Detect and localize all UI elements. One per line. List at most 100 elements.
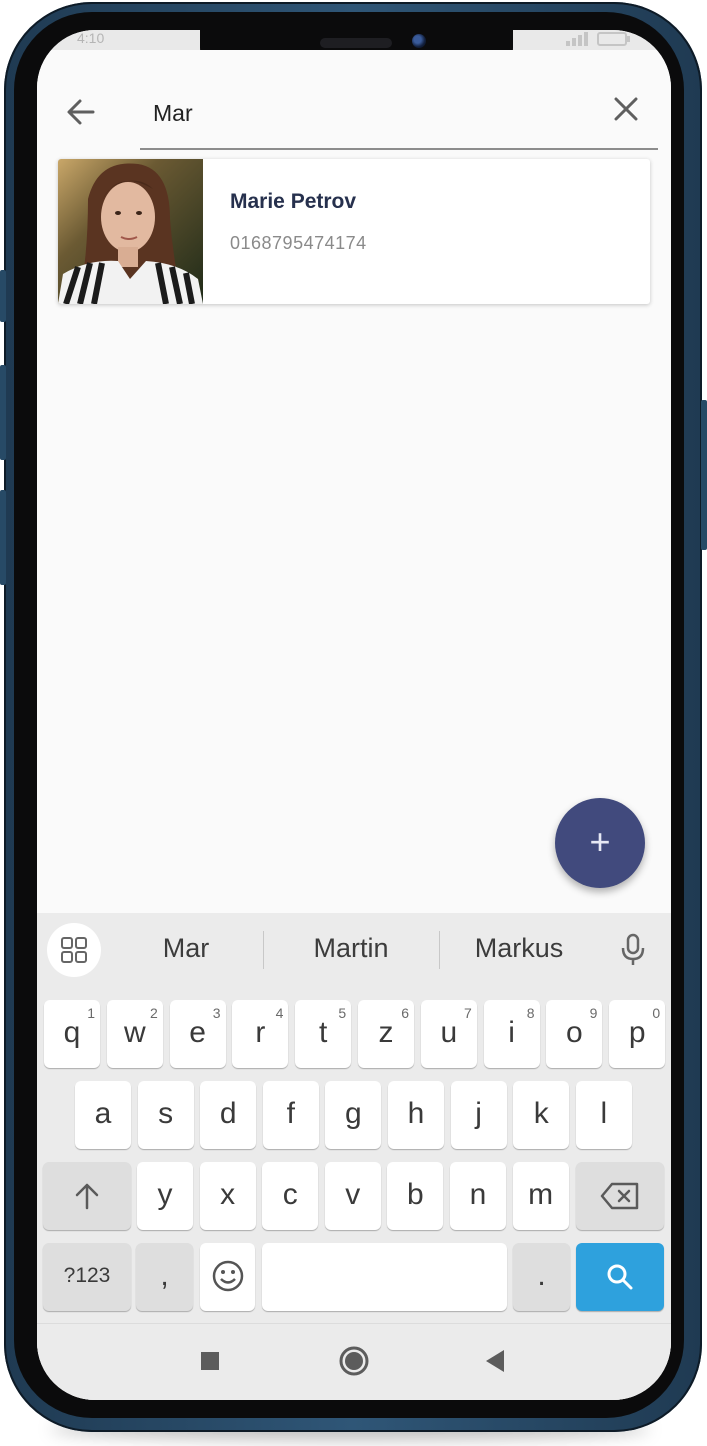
speaker-grille	[320, 38, 392, 48]
key-label: b	[407, 1178, 424, 1211]
key-c[interactable]: c	[262, 1162, 319, 1230]
key-k[interactable]: k	[513, 1081, 570, 1149]
search-input[interactable]	[140, 88, 606, 138]
key-label: u	[440, 1016, 458, 1049]
key-label: v	[345, 1178, 361, 1211]
voice-input-button[interactable]	[619, 933, 647, 967]
key-d[interactable]: d	[200, 1081, 257, 1149]
status-icons	[565, 32, 631, 49]
grid-icon	[61, 937, 87, 963]
key-x[interactable]: x	[199, 1162, 256, 1230]
key-hint: 4	[275, 1005, 284, 1021]
suggestion-2[interactable]: Martin	[266, 933, 436, 964]
key-hint: 2	[150, 1005, 158, 1021]
key-u[interactable]: u7	[420, 1000, 477, 1068]
battery-icon	[597, 32, 630, 46]
contact-phone: 0168795474174	[230, 233, 367, 253]
key-hint: 1	[87, 1005, 95, 1021]
backspace-icon	[600, 1182, 639, 1210]
key-label: j	[475, 1097, 482, 1130]
key-a[interactable]: a	[75, 1081, 131, 1149]
emoji-icon	[212, 1260, 243, 1292]
key-p[interactable]: p0	[609, 1000, 666, 1068]
square-icon	[201, 1352, 219, 1370]
side-button	[0, 490, 6, 585]
status-time: 4:10	[77, 30, 105, 46]
comma-key[interactable]: ,	[136, 1243, 193, 1311]
key-o[interactable]: o9	[546, 1000, 603, 1068]
key-label: w	[123, 1016, 146, 1049]
contact-card[interactable]: Marie Petrov 0168795474174	[58, 159, 650, 304]
key-label: e	[189, 1016, 206, 1049]
home-button[interactable]	[337, 1344, 371, 1378]
key-i[interactable]: i8	[483, 1000, 540, 1068]
side-button	[0, 365, 6, 460]
back-nav-button[interactable]	[478, 1344, 512, 1378]
key-e[interactable]: e3	[169, 1000, 226, 1068]
key-label: a	[94, 1097, 112, 1130]
key-t[interactable]: t5	[295, 1000, 352, 1068]
key-label: o	[566, 1016, 583, 1049]
keyboard-apps-button[interactable]	[47, 923, 101, 977]
key-label: k	[533, 1097, 549, 1130]
key-hint: 6	[401, 1005, 409, 1021]
key-label: p	[628, 1016, 646, 1049]
front-camera	[412, 34, 426, 48]
space-key[interactable]	[262, 1243, 507, 1311]
period-key[interactable]: .	[513, 1243, 570, 1311]
key-b[interactable]: b	[387, 1162, 444, 1230]
emoji-key[interactable]	[200, 1243, 255, 1311]
key-label: f	[286, 1097, 295, 1130]
key-m[interactable]: m	[512, 1162, 569, 1230]
key-f[interactable]: f	[262, 1081, 319, 1149]
add-contact-button[interactable]: +	[555, 798, 645, 888]
key-y[interactable]: y	[137, 1162, 193, 1230]
contact-photo	[58, 159, 203, 304]
key-label: q	[63, 1016, 81, 1049]
key-label: h	[407, 1097, 425, 1130]
key-hint: 9	[589, 1005, 598, 1021]
suggestion-bar: Mar Martin Markus	[37, 913, 671, 991]
suggestion-divider	[263, 931, 264, 969]
key-label: x	[220, 1178, 236, 1211]
key-j[interactable]: j	[450, 1081, 507, 1149]
shift-key[interactable]	[43, 1162, 131, 1230]
shift-icon	[75, 1183, 99, 1210]
backspace-key[interactable]	[576, 1162, 664, 1230]
key-s[interactable]: s	[137, 1081, 194, 1149]
side-button	[701, 400, 707, 550]
key-label: y	[157, 1178, 173, 1211]
suggestion-1[interactable]: Mar	[101, 933, 271, 964]
suggestion-3[interactable]: Markus	[434, 933, 604, 964]
microphone-icon	[621, 933, 645, 965]
triangle-back-icon	[486, 1350, 504, 1372]
recents-button[interactable]	[193, 1344, 227, 1378]
back-button[interactable]	[61, 92, 101, 132]
home-circle-icon	[339, 1346, 369, 1376]
key-z[interactable]: z6	[358, 1000, 414, 1068]
symbols-key[interactable]: ?123	[43, 1243, 131, 1311]
clear-search-button[interactable]	[609, 92, 643, 126]
key-label: i	[508, 1016, 515, 1049]
key-q[interactable]: q1	[44, 1000, 100, 1068]
keyboard: Mar Martin Markus q1w2e3r4t5z6u7i8o9p0 a…	[37, 913, 671, 1400]
search-header	[37, 50, 671, 166]
phone-screen: 4:10 Mar Marie Petrov 0168795474174 + Ma…	[37, 30, 671, 1400]
key-n[interactable]: n	[450, 1162, 506, 1230]
key-label: l	[600, 1097, 608, 1130]
contact-name: Marie Petrov	[230, 190, 357, 213]
key-label: t	[319, 1016, 328, 1049]
key-label: z	[378, 1016, 394, 1049]
key-w[interactable]: w2	[106, 1000, 163, 1068]
key-l[interactable]: l	[575, 1081, 632, 1149]
key-label: m	[528, 1178, 554, 1211]
search-icon	[607, 1264, 633, 1290]
signal-icon	[565, 32, 588, 46]
search-underline	[140, 148, 658, 150]
key-v[interactable]: v	[324, 1162, 381, 1230]
key-h[interactable]: h	[388, 1081, 444, 1149]
key-r[interactable]: r4	[232, 1000, 289, 1068]
key-g[interactable]: g	[325, 1081, 382, 1149]
search-key[interactable]	[576, 1243, 664, 1311]
key-label: n	[469, 1178, 487, 1211]
